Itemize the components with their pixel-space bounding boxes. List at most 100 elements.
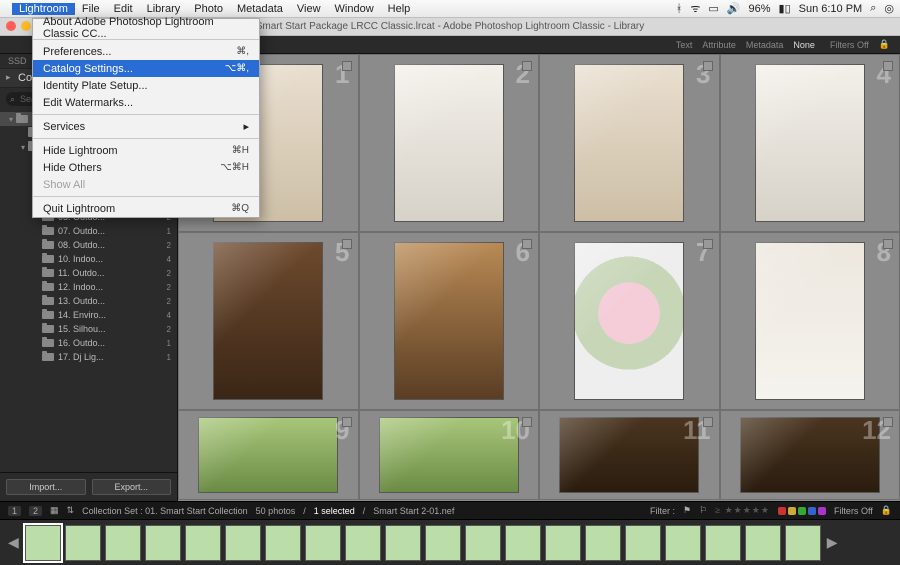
filter-text[interactable]: Text	[671, 40, 698, 50]
filmstrip-prev-icon[interactable]: ◀	[6, 534, 21, 551]
color-label[interactable]	[818, 507, 826, 515]
menu-item[interactable]: Edit Watermarks...	[33, 94, 259, 111]
filmstrip-thumb[interactable]	[305, 525, 341, 561]
cell-badge-icon[interactable]	[883, 417, 893, 427]
filmstrip-thumb[interactable]	[585, 525, 621, 561]
page-indicator-2[interactable]: 2	[29, 506, 42, 516]
filmstrip-thumb[interactable]	[425, 525, 461, 561]
thumbnail[interactable]	[394, 64, 504, 222]
filmstrip-thumb[interactable]	[385, 525, 421, 561]
collection-item[interactable]: 17. Dj Lig...1	[0, 350, 177, 364]
grid-cell[interactable]: 2	[359, 54, 540, 232]
menu-lightroom[interactable]: Lightroom	[12, 3, 75, 15]
sort-icon[interactable]: ⇅	[67, 505, 75, 516]
filmstrip-thumb[interactable]	[225, 525, 261, 561]
filters-off-toggle[interactable]: Filters Off	[834, 506, 873, 516]
collection-item[interactable]: 12. Indoo...2	[0, 280, 177, 294]
filmstrip-thumb[interactable]	[185, 525, 221, 561]
menu-item[interactable]: About Adobe Photoshop Lightroom Classic …	[33, 19, 259, 36]
rating-stars[interactable]: ≥ ★★★★★	[715, 505, 770, 516]
filters-off-label[interactable]: Filters Off	[830, 40, 869, 50]
cell-badge-icon[interactable]	[342, 417, 352, 427]
filmstrip-thumb[interactable]	[705, 525, 741, 561]
filter-metadata[interactable]: Metadata	[741, 40, 789, 50]
spotlight-icon[interactable]: ⌕	[870, 2, 876, 15]
filmstrip-thumb[interactable]	[665, 525, 701, 561]
menu-edit[interactable]: Edit	[107, 3, 140, 15]
grid-cell[interactable]: 5	[178, 232, 359, 410]
collection-item[interactable]: 11. Outdo...2	[0, 266, 177, 280]
import-button[interactable]: Import...	[6, 479, 86, 495]
collection-item[interactable]: 13. Outdo...2	[0, 294, 177, 308]
menu-item[interactable]: Quit Lightroom⌘Q	[33, 200, 259, 217]
menu-view[interactable]: View	[290, 3, 328, 15]
thumbnail[interactable]	[755, 242, 865, 400]
cell-badge-icon[interactable]	[522, 417, 532, 427]
menu-item[interactable]: Identity Plate Setup...	[33, 77, 259, 94]
filmstrip-thumb[interactable]	[145, 525, 181, 561]
filmstrip-thumb[interactable]	[465, 525, 501, 561]
cell-badge-icon[interactable]	[703, 61, 713, 71]
filmstrip[interactable]: ◀ ▶	[0, 519, 900, 565]
color-label[interactable]	[798, 507, 806, 515]
menu-help[interactable]: Help	[381, 3, 418, 15]
menu-library[interactable]: Library	[140, 3, 188, 15]
color-label[interactable]	[778, 507, 786, 515]
thumbnail[interactable]	[394, 242, 504, 400]
filmstrip-thumb[interactable]	[265, 525, 301, 561]
cell-badge-icon[interactable]	[342, 61, 352, 71]
menu-item[interactable]: Preferences...⌘,	[33, 43, 259, 60]
filmstrip-next-icon[interactable]: ▶	[825, 534, 840, 551]
filmstrip-thumb[interactable]	[105, 525, 141, 561]
filter-lock-icon[interactable]: 🔒	[879, 39, 890, 50]
export-button[interactable]: Export...	[92, 479, 172, 495]
battery-icon[interactable]: ▮▯	[779, 2, 791, 15]
collection-item[interactable]: 15. Silhou...2	[0, 322, 177, 336]
cell-badge-icon[interactable]	[703, 417, 713, 427]
collection-item[interactable]: 10. Indoo...4	[0, 252, 177, 266]
menu-item[interactable]: Services▸	[33, 118, 259, 135]
thumbnail[interactable]	[198, 417, 338, 493]
menu-item[interactable]: Hide Lightroom⌘H	[33, 142, 259, 159]
thumbnail[interactable]	[574, 64, 684, 222]
menu-item[interactable]: Hide Others⌥⌘H	[33, 159, 259, 176]
filmstrip-thumb[interactable]	[745, 525, 781, 561]
flag-rejected-icon[interactable]: ⚐	[699, 505, 707, 516]
cell-badge-icon[interactable]	[883, 239, 893, 249]
close-button[interactable]	[6, 21, 16, 31]
grid-cell[interactable]: 10	[359, 410, 540, 500]
grid-cell[interactable]: 3	[539, 54, 720, 232]
volume-icon[interactable]: 🔊	[727, 2, 741, 15]
grid-cell[interactable]: 4	[720, 54, 900, 232]
grid-icon[interactable]: ▦	[50, 505, 59, 516]
collection-item[interactable]: 07. Outdo...1	[0, 224, 177, 238]
grid-cell[interactable]: 12	[720, 410, 900, 500]
grid-view[interactable]: 123456789101112	[178, 54, 900, 501]
menu-file[interactable]: File	[75, 3, 107, 15]
menu-photo[interactable]: Photo	[187, 3, 230, 15]
siri-icon[interactable]: ◎	[884, 2, 894, 15]
filter-attribute[interactable]: Attribute	[697, 40, 741, 50]
thumbnail[interactable]	[740, 417, 880, 493]
filter-none[interactable]: None	[788, 40, 820, 50]
wifi-icon[interactable]: ᯤ	[690, 1, 700, 16]
grid-cell[interactable]: 9	[178, 410, 359, 500]
thumbnail[interactable]	[574, 242, 684, 400]
cell-badge-icon[interactable]	[342, 239, 352, 249]
minimize-button[interactable]	[21, 21, 31, 31]
thumbnail[interactable]	[559, 417, 699, 493]
menu-item[interactable]: Catalog Settings...⌥⌘,	[33, 60, 259, 77]
thumbnail[interactable]	[755, 64, 865, 222]
filmstrip-thumb[interactable]	[345, 525, 381, 561]
menu-metadata[interactable]: Metadata	[230, 3, 290, 15]
cell-badge-icon[interactable]	[522, 239, 532, 249]
filmstrip-thumb[interactable]	[785, 525, 821, 561]
grid-cell[interactable]: 6	[359, 232, 540, 410]
filmstrip-thumb[interactable]	[65, 525, 101, 561]
collection-item[interactable]: 08. Outdo...2	[0, 238, 177, 252]
cell-badge-icon[interactable]	[703, 239, 713, 249]
filter-lock-icon[interactable]: 🔒	[881, 505, 892, 516]
menu-window[interactable]: Window	[328, 3, 381, 15]
thumbnail[interactable]	[213, 242, 323, 400]
filmstrip-thumb[interactable]	[505, 525, 541, 561]
